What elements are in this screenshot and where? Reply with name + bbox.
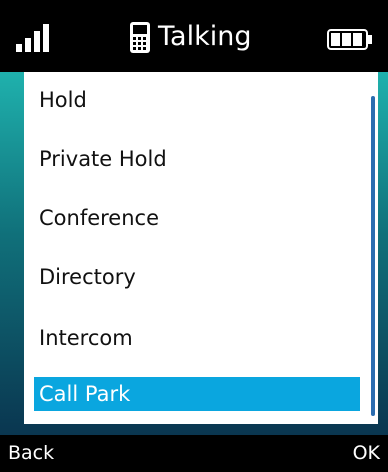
signal-icon [16, 24, 49, 52]
battery-icon [327, 29, 372, 50]
menu-screen: Hold Private Hold Conference Directory I… [0, 72, 388, 435]
status-bar: Talking [0, 0, 388, 72]
status-title: Talking [158, 21, 252, 52]
ok-softkey[interactable]: OK [353, 440, 380, 466]
menu-item-conference[interactable]: Conference [34, 201, 360, 235]
menu-item-private-hold[interactable]: Private Hold [34, 142, 360, 176]
scrollbar[interactable] [371, 96, 375, 416]
back-softkey[interactable]: Back [8, 440, 54, 466]
phone-icon [130, 22, 150, 53]
menu-item-call-park[interactable]: Call Park [34, 377, 360, 411]
menu-item-intercom[interactable]: Intercom [34, 321, 360, 355]
menu-item-hold[interactable]: Hold [34, 83, 360, 117]
menu-item-directory[interactable]: Directory [34, 260, 360, 294]
menu-list: Hold Private Hold Conference Directory I… [24, 72, 378, 424]
softkey-bar: Back OK [0, 435, 388, 472]
